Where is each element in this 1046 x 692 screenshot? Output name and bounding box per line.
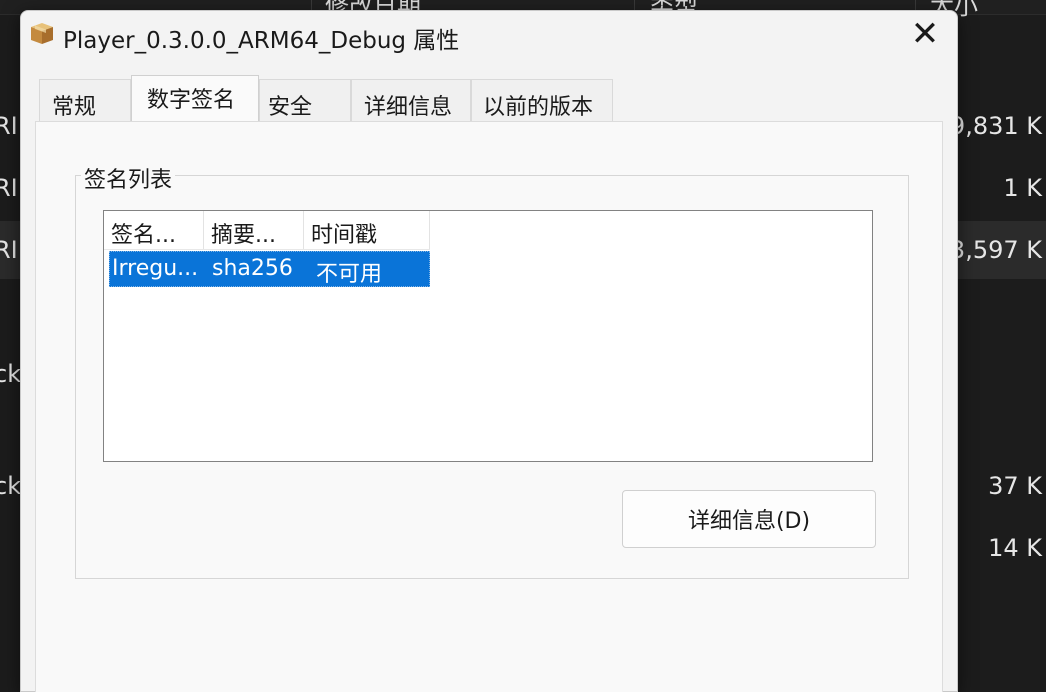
tab-strip: 常规 数字签名 安全 详细信息 以前的版本: [39, 75, 939, 123]
explorer-row-name[interactable]: ck: [0, 360, 21, 388]
tab-previous-versions[interactable]: 以前的版本: [471, 79, 613, 121]
tab-general[interactable]: 常规: [39, 79, 131, 121]
tab-details[interactable]: 详细信息: [351, 79, 471, 121]
explorer-row-size: 14 K: [988, 534, 1042, 562]
column-header-digest[interactable]: 摘要...: [204, 211, 304, 249]
explorer-row-size: 3,597 K: [949, 236, 1042, 264]
signature-row[interactable]: Irregu... sha256 不可用: [109, 251, 430, 287]
signature-list-header: 签名... 摘要... 时间戳: [104, 211, 430, 250]
dialog-title: Player_0.3.0.0_ARM64_Debug 属性: [63, 28, 460, 54]
package-icon: [31, 23, 53, 44]
cell-timestamp: 不可用: [316, 262, 383, 287]
tab-digital-signatures[interactable]: 数字签名: [131, 75, 259, 121]
explorer-row-size: 1 K: [1003, 174, 1042, 202]
tab-label: 数字签名: [147, 88, 236, 113]
explorer-row-name[interactable]: RI: [0, 236, 18, 264]
cell-signer: Irregu...: [112, 256, 199, 281]
signature-list[interactable]: 签名... 摘要... 时间戳 Irregu... sha256 不可用: [103, 210, 873, 462]
tab-label: 常规: [52, 95, 97, 120]
details-button[interactable]: 详细信息(D): [622, 490, 876, 548]
column-header-timestamp[interactable]: 时间戳: [304, 211, 430, 249]
tab-label: 以前的版本: [483, 95, 594, 120]
explorer-row-size: 37 K: [988, 472, 1042, 500]
signature-list-label: 签名列表: [81, 162, 176, 194]
tab-label: 安全: [268, 95, 313, 120]
cell-digest: sha256: [212, 256, 293, 281]
digital-signatures-panel: 签名列表 签名... 摘要... 时间戳 Irregu... sha256 不可…: [35, 121, 943, 692]
explorer-row-name[interactable]: RI: [0, 112, 18, 140]
explorer-row-name[interactable]: RI: [0, 174, 18, 202]
tab-security[interactable]: 安全: [259, 79, 351, 121]
explorer-row-name[interactable]: ck: [0, 472, 21, 500]
close-icon: ✕: [910, 14, 940, 54]
tab-label: 详细信息: [364, 95, 453, 120]
details-button-label: 详细信息(D): [687, 509, 811, 534]
close-button[interactable]: ✕: [893, 11, 957, 57]
explorer-row-size: 9,831 K: [949, 112, 1042, 140]
dialog-titlebar[interactable]: Player_0.3.0.0_ARM64_Debug 属性 ✕: [21, 11, 957, 61]
properties-dialog: Player_0.3.0.0_ARM64_Debug 属性 ✕ 常规 数字签名 …: [20, 10, 958, 692]
column-header-signer[interactable]: 签名...: [104, 211, 204, 249]
